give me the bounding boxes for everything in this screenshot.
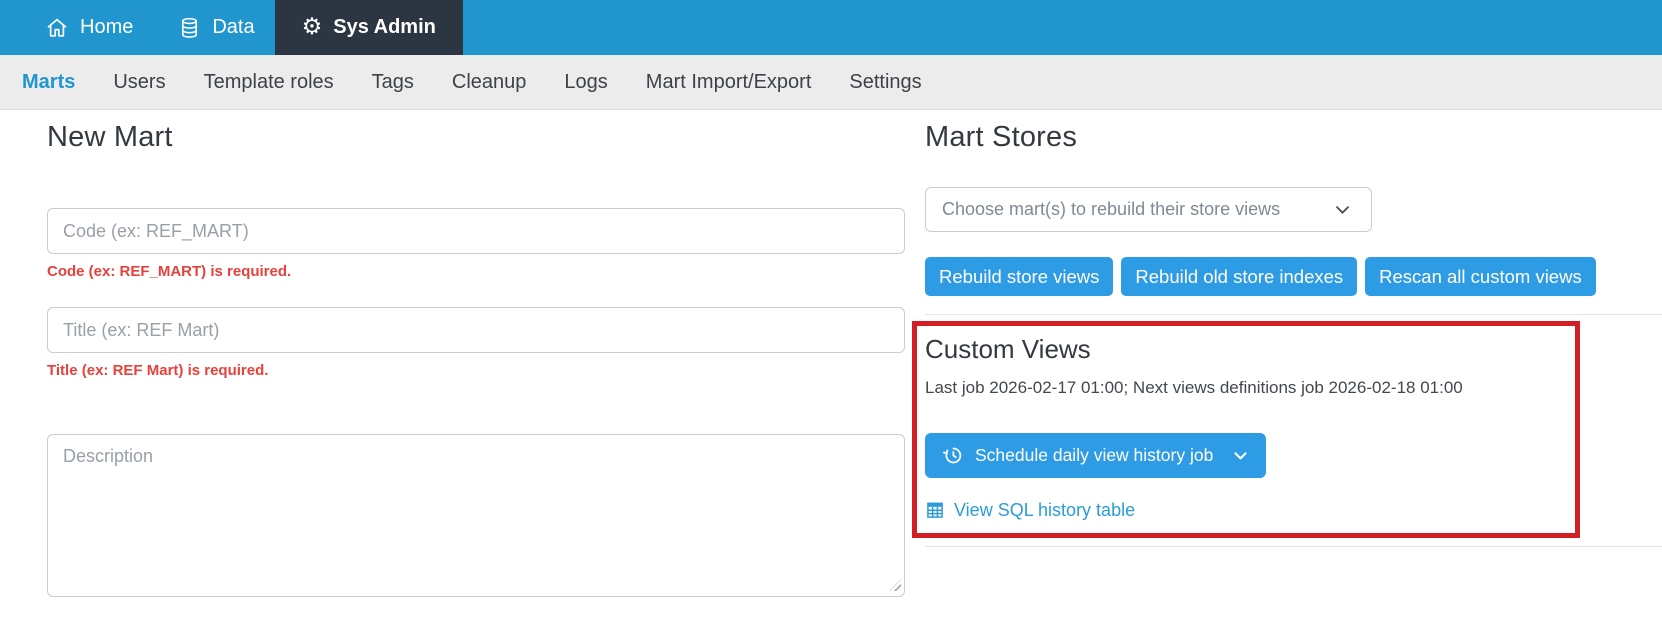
code-error-message: Code (ex: REF_MART) is required. [47,263,292,281]
subnav-item-marts[interactable]: Marts [22,71,75,94]
main-content: New Mart Code (ex: REF_MART) is required… [0,110,1662,598]
nav-item-label: Home [80,16,134,38]
custom-views-job-status: Last job 2026-02-17 01:00; Next views de… [925,378,1463,398]
subnav-item-users[interactable]: Users [113,71,165,94]
code-input[interactable] [47,208,905,255]
mart-stores-actions: Rebuild store views Rebuild old store in… [925,257,1662,297]
title-error-message: Title (ex: REF Mart) is required. [47,362,269,380]
nav-item-label: Data [212,16,255,38]
mart-select-placeholder: Choose mart(s) to rebuild their store vi… [942,199,1281,220]
subnav-item-tags[interactable]: Tags [372,71,414,94]
section-divider [925,314,1662,316]
description-input[interactable] [47,434,905,598]
mart-select[interactable]: Choose mart(s) to rebuild their store vi… [925,187,1372,233]
chevron-down-icon [1333,200,1352,219]
mart-stores-section: Mart Stores Choose mart(s) to rebuild th… [912,120,1662,547]
table-icon [925,500,945,520]
subnav-item-mart-import-export[interactable]: Mart Import/Export [646,71,812,94]
gear-icon: ⚙ [301,14,323,40]
sub-nav: Marts Users Template roles Tags Cleanup … [0,55,1662,110]
title-field-group: Title (ex: REF Mart) is required. [47,307,905,379]
home-icon [45,16,69,40]
schedule-daily-view-history-job-button[interactable]: Schedule daily view history job [925,432,1267,478]
new-mart-section: New Mart Code (ex: REF_MART) is required… [47,120,905,598]
new-mart-title: New Mart [47,121,173,153]
view-sql-history-table-link[interactable]: View SQL history table [925,500,1135,521]
top-nav: Home Data ⚙ Sys Admin [0,0,1662,55]
rebuild-old-store-indexes-button[interactable]: Rebuild old store indexes [1121,257,1358,297]
nav-item-sys-admin[interactable]: ⚙ Sys Admin [274,0,463,55]
chevron-down-icon [1232,447,1249,464]
custom-views-title: Custom Views [925,334,1091,365]
database-icon [178,16,201,40]
section-divider [925,545,1662,547]
code-field-group: Code (ex: REF_MART) is required. [47,208,905,280]
nav-item-data[interactable]: Data [178,0,255,55]
rebuild-store-views-button[interactable]: Rebuild store views [925,257,1114,297]
subnav-item-template-roles[interactable]: Template roles [204,71,334,94]
sql-link-label: View SQL history table [954,499,1136,520]
history-icon [942,445,963,466]
nav-item-label: Sys Admin [333,16,436,38]
rescan-all-custom-views-button[interactable]: Rescan all custom views [1365,257,1596,297]
subnav-item-cleanup[interactable]: Cleanup [452,71,527,94]
title-input[interactable] [47,307,905,354]
nav-item-home[interactable]: Home [45,0,133,55]
description-field-group [47,434,905,598]
schedule-button-label: Schedule daily view history job [975,444,1214,465]
subnav-item-settings[interactable]: Settings [849,71,921,94]
mart-stores-title: Mart Stores [925,121,1078,153]
subnav-item-logs[interactable]: Logs [564,71,607,94]
custom-views-highlight-box: Custom Views Last job 2026-02-17 01:00; … [912,321,1580,538]
